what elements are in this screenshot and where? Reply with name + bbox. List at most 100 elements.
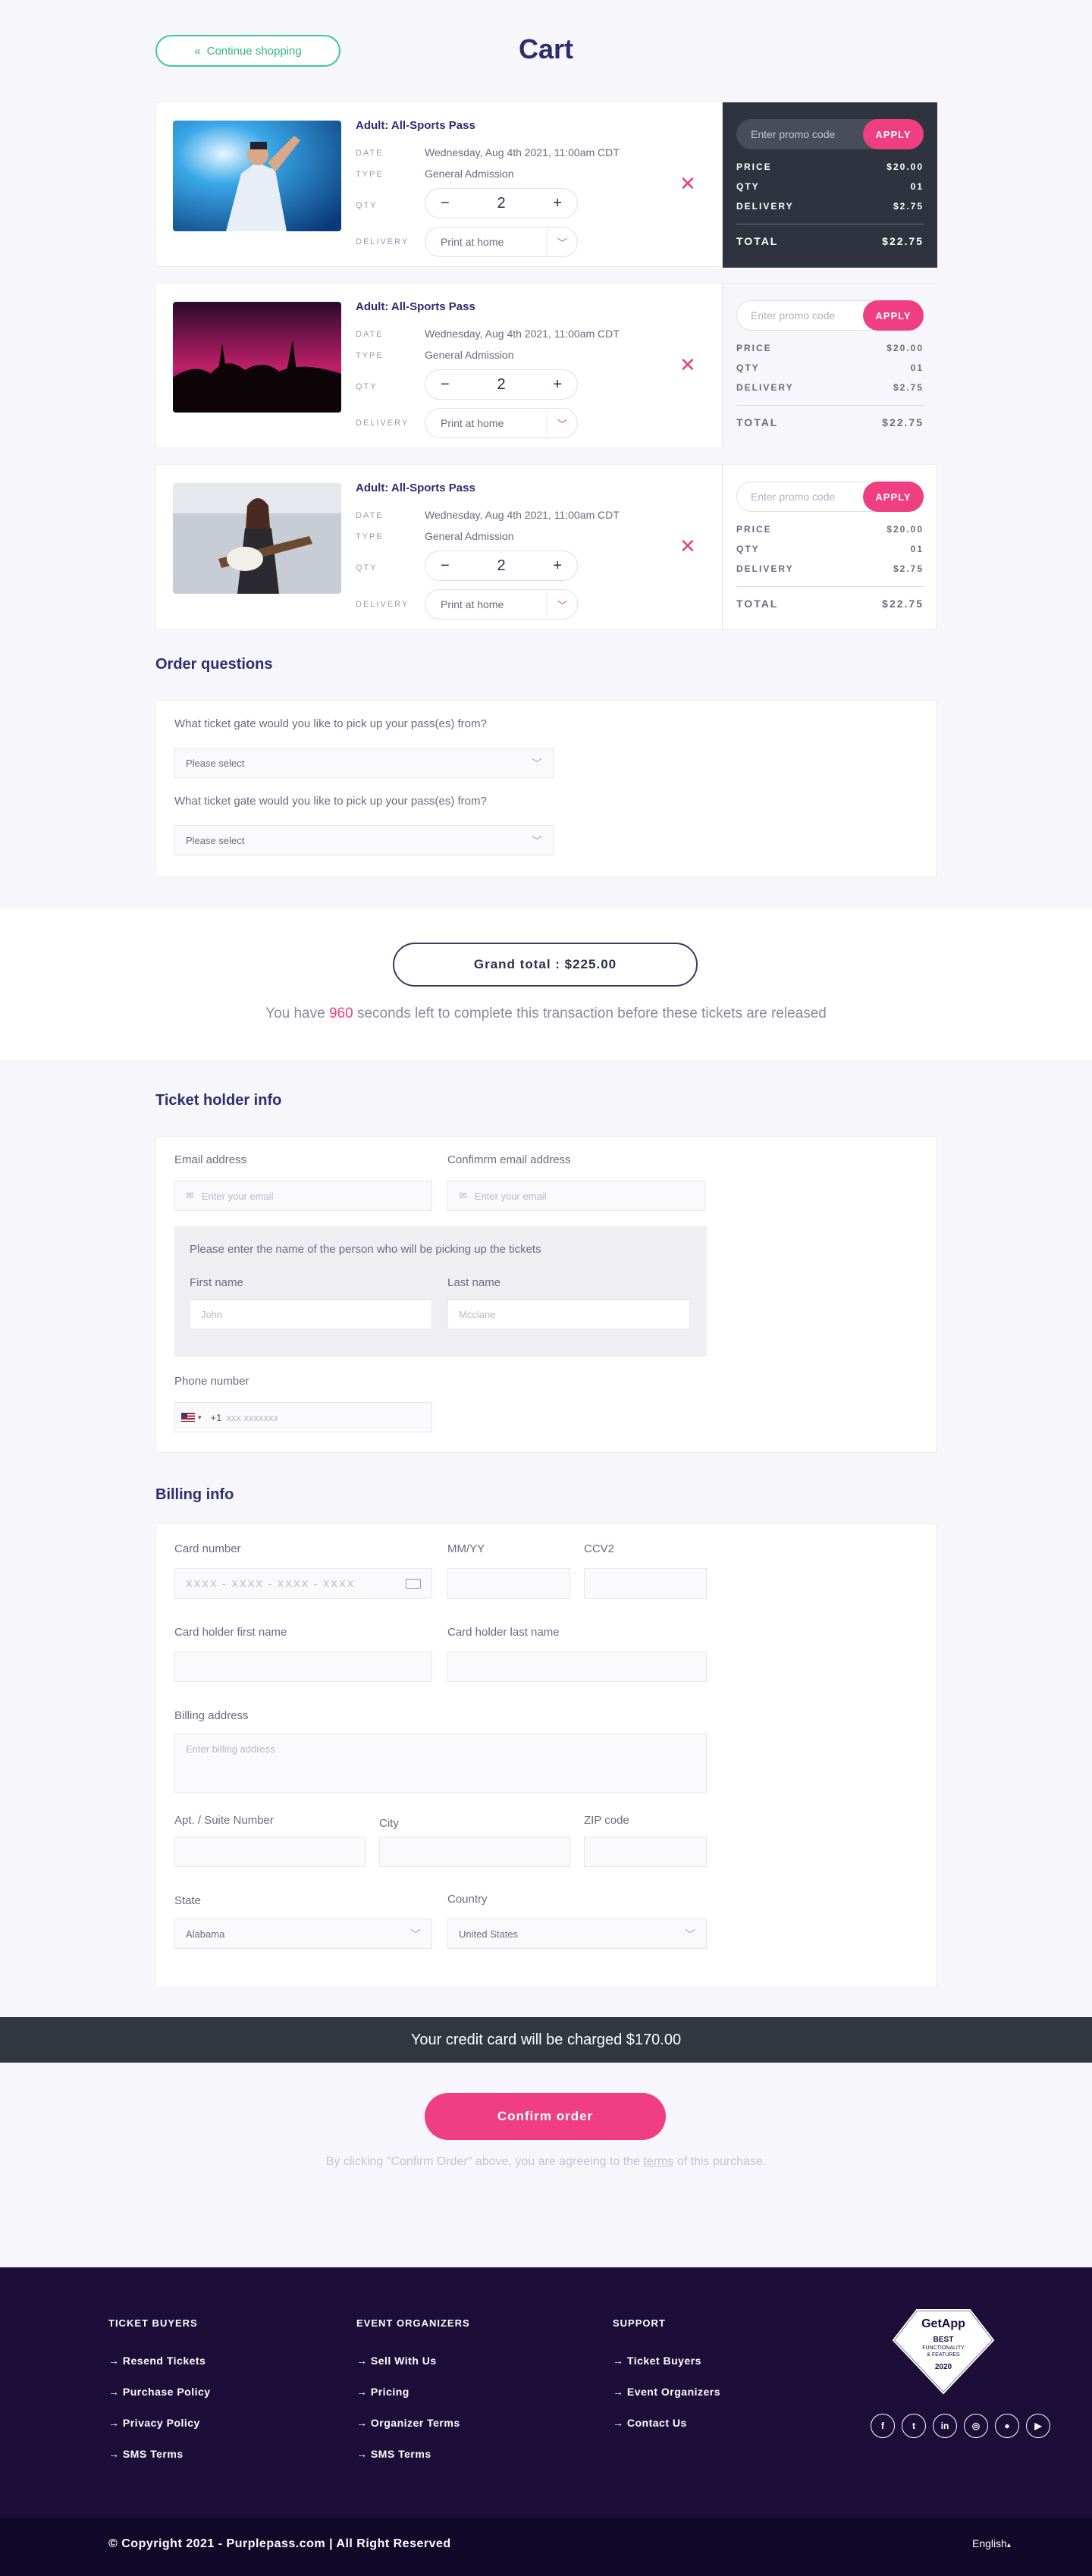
- remove-item-icon[interactable]: ✕: [679, 172, 696, 196]
- caret-down-icon: ▾: [198, 1413, 202, 1421]
- footer-link[interactable]: → Purchase Policy: [108, 2386, 211, 2398]
- footer-link-label: Organizer Terms: [370, 2417, 460, 2429]
- plus-button[interactable]: +: [553, 195, 562, 212]
- promo-code-input[interactable]: Enter promo code APPLY: [736, 300, 924, 331]
- billing-panel: Card number XXXX - XXXX - XXXX - XXXX MM…: [155, 1523, 937, 1988]
- zip-field[interactable]: [584, 1837, 707, 1867]
- plus-button[interactable]: +: [553, 557, 562, 575]
- total-label: TOTAL: [736, 235, 779, 247]
- card-number-field[interactable]: XXXX - XXXX - XXXX - XXXX: [174, 1568, 432, 1599]
- apply-button[interactable]: APPLY: [863, 482, 924, 512]
- promo-code-input[interactable]: Enter promo code APPLY: [736, 482, 924, 512]
- footer-link[interactable]: → Organizer Terms: [356, 2417, 470, 2429]
- email-placeholder: Enter your email: [201, 1190, 274, 1202]
- delivery-value: Print at home: [441, 236, 504, 248]
- footer-link-label: Sell With Us: [370, 2355, 437, 2367]
- chevron-down-icon: ﹀: [532, 835, 542, 847]
- footer-link[interactable]: → Ticket Buyers: [613, 2355, 720, 2367]
- date-label: DATE: [356, 511, 384, 520]
- total-value: $22.75: [882, 235, 924, 247]
- footer-link-label: Purchase Policy: [122, 2386, 211, 2398]
- remove-item-icon[interactable]: ✕: [679, 353, 696, 377]
- footer-column-title: TICKET BUYERS: [108, 2317, 198, 2329]
- expiry-field[interactable]: [447, 1568, 570, 1599]
- footer-link[interactable]: → SMS Terms: [356, 2448, 470, 2460]
- card-first-name-label: Card holder first name: [174, 1626, 287, 1639]
- footer-link[interactable]: → Pricing: [356, 2386, 470, 2398]
- footer-link[interactable]: → Privacy Policy: [108, 2417, 211, 2429]
- city-field[interactable]: [379, 1837, 570, 1867]
- first-name-label: First name: [190, 1276, 243, 1289]
- delivery-label: DELIVERY: [356, 419, 410, 428]
- podcast-icon[interactable]: ●: [995, 2414, 1019, 2438]
- charge-notice: Your credit card will be charged $170.00: [0, 2017, 1092, 2063]
- phone-field[interactable]: ▾ +1 xxx xxxxxxx: [174, 1402, 432, 1432]
- footer-event-organizers: EVENT ORGANIZERS → Sell With Us → Pricin…: [356, 2317, 470, 2479]
- email-field[interactable]: ✉ Enter your email: [174, 1181, 432, 1211]
- card-last-name-label: Card holder last name: [447, 1626, 560, 1639]
- apply-button[interactable]: APPLY: [863, 300, 924, 331]
- delivery-select[interactable]: Print at home ﹀: [425, 589, 578, 620]
- linkedin-icon[interactable]: in: [933, 2414, 957, 2438]
- footer-link[interactable]: → Contact Us: [613, 2417, 720, 2429]
- card-last-name-field[interactable]: [447, 1652, 707, 1682]
- apt-field[interactable]: [174, 1837, 366, 1867]
- apply-button[interactable]: APPLY: [863, 119, 924, 149]
- ccv-field[interactable]: [584, 1568, 707, 1599]
- price-value: $20.00: [886, 162, 924, 172]
- question-label: What ticket gate would you like to pick …: [174, 717, 487, 730]
- instagram-icon[interactable]: ◎: [964, 2414, 988, 2438]
- gate-select[interactable]: Please select ﹀: [174, 825, 554, 855]
- chevron-down-icon: ﹀: [410, 1928, 421, 1941]
- state-label: State: [174, 1894, 202, 1907]
- promo-code-input[interactable]: Enter promo code APPLY: [736, 119, 924, 149]
- minus-button[interactable]: −: [441, 195, 450, 212]
- terms-link[interactable]: terms: [643, 2155, 673, 2168]
- minus-button[interactable]: −: [441, 376, 450, 394]
- footer-support: SUPPORT → Ticket Buyers → Event Organize…: [613, 2317, 720, 2448]
- confirm-order-button[interactable]: Confirm order: [425, 2093, 666, 2140]
- delivery-select[interactable]: Print at home ﹀: [425, 227, 578, 257]
- card-number-placeholder: XXXX - XXXX - XXXX - XXXX: [186, 1577, 356, 1589]
- footer-link[interactable]: → Event Organizers: [613, 2386, 720, 2398]
- footer-ticket-buyers: TICKET BUYERS → Resend Tickets → Purchas…: [108, 2317, 211, 2479]
- confirm-email-field[interactable]: ✉ Enter your email: [447, 1181, 705, 1211]
- quantity-stepper: − 2 +: [425, 188, 578, 218]
- first-name-placeholder: John: [201, 1308, 223, 1320]
- us-flag-icon[interactable]: [181, 1413, 195, 1422]
- card-first-name-field[interactable]: [174, 1652, 432, 1682]
- delivery-summary-value: $2.75: [893, 201, 924, 212]
- footer: TICKET BUYERS → Resend Tickets → Purchas…: [0, 2267, 1092, 2576]
- date-label: DATE: [356, 330, 384, 339]
- order-questions-panel: What ticket gate would you like to pick …: [155, 700, 937, 877]
- footer-link[interactable]: → Resend Tickets: [108, 2355, 211, 2367]
- footer-link[interactable]: → SMS Terms: [108, 2448, 211, 2460]
- page-title: Cart: [518, 33, 574, 64]
- item-summary: Enter promo code APPLY PRICE $20.00 QTY 01…: [722, 465, 937, 630]
- item-summary: Enter promo code APPLY PRICE $20.00 QTY 01…: [722, 102, 937, 268]
- first-name-field[interactable]: John: [190, 1299, 432, 1329]
- type-value: General Admission: [425, 168, 514, 180]
- state-select[interactable]: Alabama ﹀: [174, 1919, 432, 1949]
- billing-address-label: Billing address: [174, 1709, 249, 1722]
- last-name-placeholder: Mcclane: [459, 1308, 496, 1320]
- email-label: Email address: [174, 1153, 247, 1166]
- remove-item-icon[interactable]: ✕: [679, 535, 696, 558]
- minus-button[interactable]: −: [441, 557, 450, 575]
- plus-button[interactable]: +: [553, 376, 562, 394]
- last-name-field[interactable]: Mcclane: [447, 1299, 690, 1329]
- event-image: [173, 121, 341, 231]
- country-select[interactable]: United States ﹀: [447, 1919, 707, 1949]
- mail-icon: ✉: [459, 1190, 467, 1201]
- language-selector[interactable]: English▴: [972, 2537, 1011, 2549]
- footer-link[interactable]: → Sell With Us: [356, 2355, 470, 2367]
- delivery-select[interactable]: Print at home ﹀: [425, 408, 578, 438]
- price-value: $20.00: [886, 524, 924, 535]
- gate-select[interactable]: Please select ﹀: [174, 748, 554, 778]
- billing-address-field[interactable]: Enter billing address: [174, 1734, 707, 1793]
- chevron-down-icon: ﹀: [547, 590, 577, 619]
- youtube-icon[interactable]: ▶: [1026, 2414, 1050, 2438]
- twitter-icon[interactable]: t: [902, 2414, 926, 2438]
- city-label: City: [379, 1817, 399, 1830]
- facebook-icon[interactable]: f: [871, 2414, 895, 2438]
